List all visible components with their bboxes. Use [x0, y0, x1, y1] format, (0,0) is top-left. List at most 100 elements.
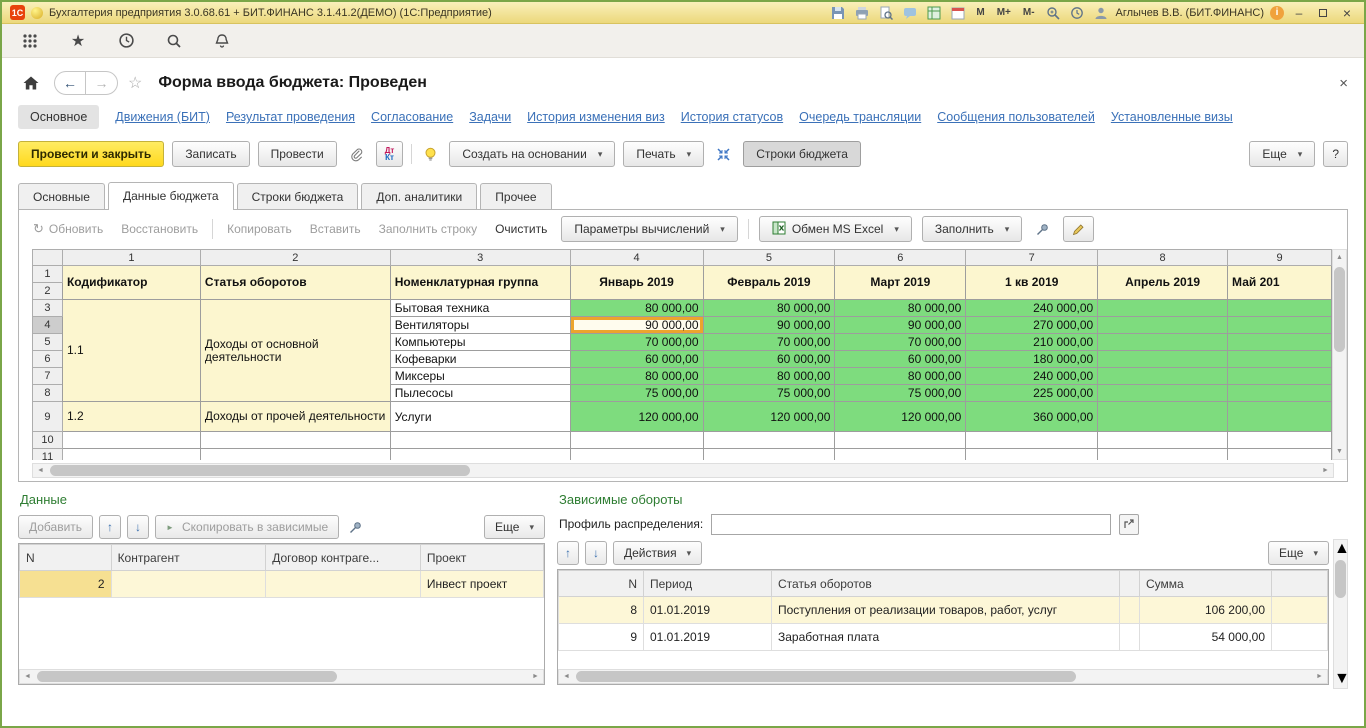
scroll-thumb[interactable] — [37, 671, 337, 682]
grid-cell-codifier[interactable]: 1.1 — [62, 300, 200, 402]
move-down-button[interactable] — [127, 515, 149, 539]
grid-cell-nomenclature[interactable]: Услуги — [390, 402, 570, 432]
grid-cell[interactable] — [390, 449, 570, 461]
navlink-posting-result[interactable]: Результат проведения — [226, 110, 355, 124]
grid-cell-value[interactable] — [1228, 368, 1332, 385]
cell-sum[interactable]: 106 200,00 — [1140, 597, 1272, 624]
attachments-paperclip-icon[interactable] — [345, 141, 368, 167]
navlink-main[interactable]: Основное — [18, 105, 99, 129]
grid-cell[interactable] — [570, 449, 703, 461]
cell-article[interactable]: Поступления от реализации товаров, работ… — [772, 597, 1120, 624]
grid-col-number[interactable]: 8 — [1098, 250, 1228, 266]
tab-main[interactable]: Основные — [18, 183, 105, 209]
grid-cell[interactable] — [200, 449, 390, 461]
actions-button[interactable]: Действия — [613, 541, 702, 565]
print-icon[interactable] — [853, 5, 871, 21]
table-row[interactable]: 2 Инвест проект — [20, 571, 544, 598]
pin-icon[interactable] — [1032, 216, 1053, 242]
grid-cell-nomenclature[interactable]: Бытовая техника — [390, 300, 570, 317]
grid-cell-value[interactable] — [1228, 300, 1332, 317]
scroll-down-arrow[interactable] — [1333, 444, 1346, 459]
grid-corner[interactable] — [33, 250, 63, 266]
post-and-close-button[interactable]: Провести и закрыть — [18, 141, 164, 167]
grid-cell-value[interactable]: 80 000,00 — [570, 300, 703, 317]
grid-row-number[interactable]: 11 — [33, 449, 63, 461]
column-header-article[interactable]: Статья оборотов — [772, 571, 1120, 597]
data-horizontal-scrollbar[interactable] — [19, 669, 544, 684]
grid-cell[interactable] — [570, 432, 703, 449]
grid-col-number[interactable]: 6 — [835, 250, 966, 266]
edit-pencil-button[interactable] — [1063, 216, 1094, 242]
scroll-track[interactable] — [1333, 265, 1346, 444]
dependent-horizontal-scrollbar[interactable] — [558, 669, 1328, 684]
grid-cell[interactable] — [703, 432, 835, 449]
grid-cell-value[interactable]: 120 000,00 — [703, 402, 835, 432]
grid-col-number[interactable]: 5 — [703, 250, 835, 266]
grid-cell-value[interactable] — [1098, 300, 1228, 317]
memory-recall-button[interactable]: M — [973, 7, 987, 18]
grid-cell-value[interactable]: 70 000,00 — [703, 334, 835, 351]
cell-spacer[interactable] — [1120, 597, 1140, 624]
grid-cell-value[interactable] — [1098, 402, 1228, 432]
profile-input[interactable] — [711, 514, 1111, 535]
pin-icon[interactable] — [345, 514, 366, 540]
calc-params-button[interactable]: Параметры вычислений — [561, 216, 738, 242]
grid-cell[interactable] — [966, 449, 1098, 461]
grid-cell-article[interactable]: Доходы от основной деятельности — [200, 300, 390, 402]
ms-excel-button[interactable]: Обмен MS Excel — [759, 216, 912, 242]
grid-row-number[interactable]: 7 — [33, 368, 63, 385]
refresh-button[interactable]: Обновить — [29, 216, 107, 242]
navlink-user-messages[interactable]: Сообщения пользователей — [937, 110, 1095, 124]
hint-lightbulb-icon[interactable] — [420, 141, 441, 167]
grid-cell-value[interactable]: 360 000,00 — [966, 402, 1098, 432]
tab-budget-rows[interactable]: Строки бюджета — [237, 183, 359, 209]
paste-button[interactable]: Вставить — [306, 216, 365, 242]
grid-col-number[interactable]: 1 — [62, 250, 200, 266]
discussions-icon[interactable] — [901, 5, 919, 21]
zoom-icon[interactable] — [1044, 5, 1062, 21]
notifications-bell-icon[interactable] — [212, 31, 232, 51]
maximize-button[interactable] — [1314, 5, 1332, 21]
grid-header-nomenclature[interactable]: Номенклатурная группа — [390, 266, 570, 300]
grid-cell[interactable] — [62, 449, 200, 461]
restore-button[interactable]: Восстановить — [117, 216, 202, 242]
grid-current-cell[interactable]: 90 000,00 — [570, 317, 703, 334]
scroll-track[interactable] — [574, 670, 1312, 683]
close-window-button[interactable] — [1338, 5, 1356, 21]
history-icon[interactable] — [1068, 5, 1086, 21]
column-header-tail[interactable] — [1272, 571, 1328, 597]
navlink-approval[interactable]: Согласование — [371, 110, 453, 124]
scroll-thumb[interactable] — [576, 671, 1076, 682]
grid-cell-value[interactable] — [1098, 317, 1228, 334]
grid-cell-nomenclature[interactable]: Кофеварки — [390, 351, 570, 368]
grid-cell-value[interactable] — [1228, 385, 1332, 402]
cell-tail[interactable] — [1272, 624, 1328, 651]
grid-row-number[interactable]: 1 — [33, 266, 63, 283]
grid-cell-value[interactable]: 80 000,00 — [835, 368, 966, 385]
column-header-contract[interactable]: Договор контраге... — [266, 545, 421, 571]
cell-n[interactable]: 8 — [559, 597, 644, 624]
tab-other[interactable]: Прочее — [480, 183, 551, 209]
navlink-installed-visas[interactable]: Установленные визы — [1111, 110, 1233, 124]
apps-menu-icon[interactable] — [20, 31, 40, 51]
grid-row-number[interactable]: 2 — [33, 283, 63, 300]
cell-tail[interactable] — [1272, 597, 1328, 624]
close-form-button[interactable] — [1339, 75, 1348, 92]
table-row[interactable]: 9 01.01.2019 Заработная плата 54 000,00 — [559, 624, 1328, 651]
back-button[interactable] — [55, 72, 86, 94]
grid-header-february[interactable]: Февраль 2019 — [703, 266, 835, 300]
write-button[interactable]: Записать — [172, 141, 249, 167]
grid-cell[interactable] — [1098, 449, 1228, 461]
grid-cell-nomenclature[interactable]: Пылесосы — [390, 385, 570, 402]
print-button[interactable]: Печать — [623, 141, 704, 167]
grid-col-number[interactable]: 2 — [200, 250, 390, 266]
grid-header-january[interactable]: Январь 2019 — [570, 266, 703, 300]
grid-header-march[interactable]: Март 2019 — [835, 266, 966, 300]
grid-cell-value[interactable]: 75 000,00 — [703, 385, 835, 402]
cell-contract[interactable] — [266, 571, 421, 598]
clear-button[interactable]: Очистить — [491, 216, 551, 242]
grid-cell-value[interactable]: 180 000,00 — [966, 351, 1098, 368]
grid-col-number[interactable]: 7 — [966, 250, 1098, 266]
profile-open-button[interactable] — [1119, 514, 1139, 535]
save-icon[interactable] — [829, 5, 847, 21]
